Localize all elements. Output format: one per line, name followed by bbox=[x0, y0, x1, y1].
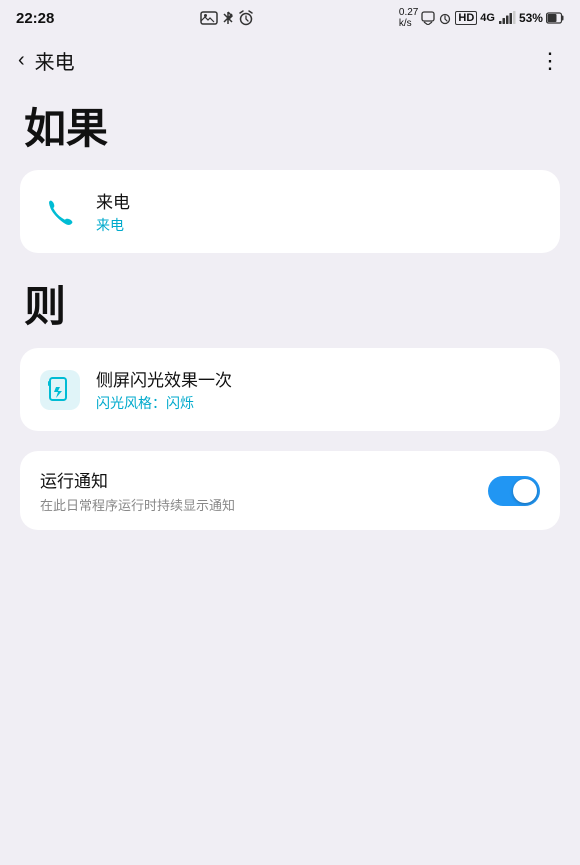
status-icons bbox=[200, 10, 254, 26]
if-card[interactable]: 来电 来电 bbox=[20, 170, 560, 253]
alarm-small-icon bbox=[438, 11, 452, 25]
message-icon bbox=[421, 11, 435, 25]
notification-subtitle: 在此日常程序运行时持续显示通知 bbox=[40, 495, 472, 514]
status-bar: 22:28 0.27k/s HD 4G bbox=[0, 0, 580, 36]
image-icon bbox=[200, 11, 218, 25]
if-heading: 如果 bbox=[24, 95, 560, 156]
then-heading: 则 bbox=[24, 273, 560, 334]
phone-call-icon bbox=[40, 192, 80, 232]
flash-card-row: 侧屏闪光效果一次 闪光风格：闪烁 bbox=[40, 366, 540, 413]
flash-card-title: 侧屏闪光效果一次 bbox=[96, 366, 232, 391]
flash-card-subtitle: 闪光风格：闪烁 bbox=[96, 393, 232, 413]
if-card-subtitle: 来电 bbox=[96, 215, 130, 235]
notification-text: 运行通知 在此日常程序运行时持续显示通知 bbox=[40, 467, 472, 514]
flash-card-text: 侧屏闪光效果一次 闪光风格：闪烁 bbox=[96, 366, 232, 413]
network-speed: 0.27k/s bbox=[399, 7, 418, 29]
flash-card[interactable]: 侧屏闪光效果一次 闪光风格：闪烁 bbox=[20, 348, 560, 431]
if-card-text: 来电 来电 bbox=[96, 188, 130, 235]
network-type: 4G bbox=[480, 12, 495, 24]
if-card-title: 来电 bbox=[96, 188, 130, 213]
battery-icon bbox=[546, 12, 564, 24]
if-card-row: 来电 来电 bbox=[40, 188, 540, 235]
top-nav: ‹ 来电 ⋮ bbox=[0, 36, 580, 85]
status-time: 22:28 bbox=[16, 10, 54, 27]
alarm-icon bbox=[238, 10, 254, 26]
battery-label: 53% bbox=[519, 11, 543, 25]
notification-card: 运行通知 在此日常程序运行时持续显示通知 bbox=[20, 451, 560, 530]
nav-title: 来电 bbox=[35, 46, 75, 75]
notification-toggle[interactable] bbox=[488, 476, 540, 506]
back-button[interactable]: ‹ bbox=[18, 49, 25, 72]
flash-screen-icon bbox=[40, 370, 80, 410]
notification-title: 运行通知 bbox=[40, 467, 472, 492]
content: 如果 来电 来电 则 侧屏闪光 bbox=[0, 85, 580, 560]
signal-icon bbox=[498, 11, 516, 25]
more-options-button[interactable]: ⋮ bbox=[539, 48, 562, 74]
hd-label: HD bbox=[455, 11, 477, 25]
status-right-icons: 0.27k/s HD 4G 53% bbox=[399, 7, 564, 29]
bluetooth-icon bbox=[222, 10, 234, 26]
nav-left: ‹ 来电 bbox=[18, 46, 75, 75]
